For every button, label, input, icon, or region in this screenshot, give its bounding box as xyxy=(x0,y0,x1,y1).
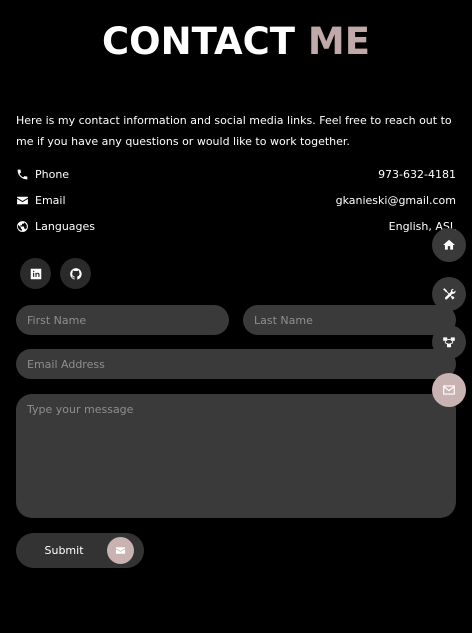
first-name-input[interactable] xyxy=(16,305,229,335)
contact-row-phone: Phone 973-632-4181 xyxy=(16,164,456,184)
email-input[interactable] xyxy=(16,349,456,379)
phone-icon xyxy=(17,169,28,179)
contact-label: Email xyxy=(35,193,66,207)
contact-label: Languages xyxy=(35,219,96,233)
intro-text: Here is my contact information and socia… xyxy=(16,114,452,148)
linkedin-button[interactable] xyxy=(20,258,51,289)
globe-icon xyxy=(17,220,28,232)
tools-icon xyxy=(443,288,456,300)
share-nodes-icon xyxy=(443,337,455,348)
contact-value: gkanieski@gmail.com xyxy=(335,193,456,207)
nav-home-button[interactable] xyxy=(432,228,466,262)
nav-contact-button[interactable] xyxy=(432,373,466,407)
submit-button[interactable]: Submit xyxy=(16,533,144,568)
nav-share-button[interactable] xyxy=(432,325,466,359)
nav-tools-button[interactable] xyxy=(432,277,466,311)
page-title: CONTACT ME xyxy=(0,20,472,63)
submit-icon-circle xyxy=(107,537,134,564)
submit-label: Submit xyxy=(44,544,84,557)
envelope-icon xyxy=(17,196,28,204)
title-main: CONTACT xyxy=(102,20,295,63)
title-accent: ME xyxy=(307,20,370,63)
contact-label: Phone xyxy=(35,167,70,181)
contact-row-languages: Languages English, ASL xyxy=(16,216,456,236)
linkedin-icon xyxy=(30,268,41,279)
github-button[interactable] xyxy=(60,258,91,289)
home-icon xyxy=(443,239,455,250)
message-input[interactable] xyxy=(16,394,456,518)
envelope-icon xyxy=(443,385,455,395)
envelope-icon xyxy=(115,547,126,554)
contact-value: 973-632-4181 xyxy=(378,167,456,181)
github-icon xyxy=(69,267,82,280)
contact-row-email: Email gkanieski@gmail.com xyxy=(16,190,456,210)
last-name-input[interactable] xyxy=(243,305,456,335)
